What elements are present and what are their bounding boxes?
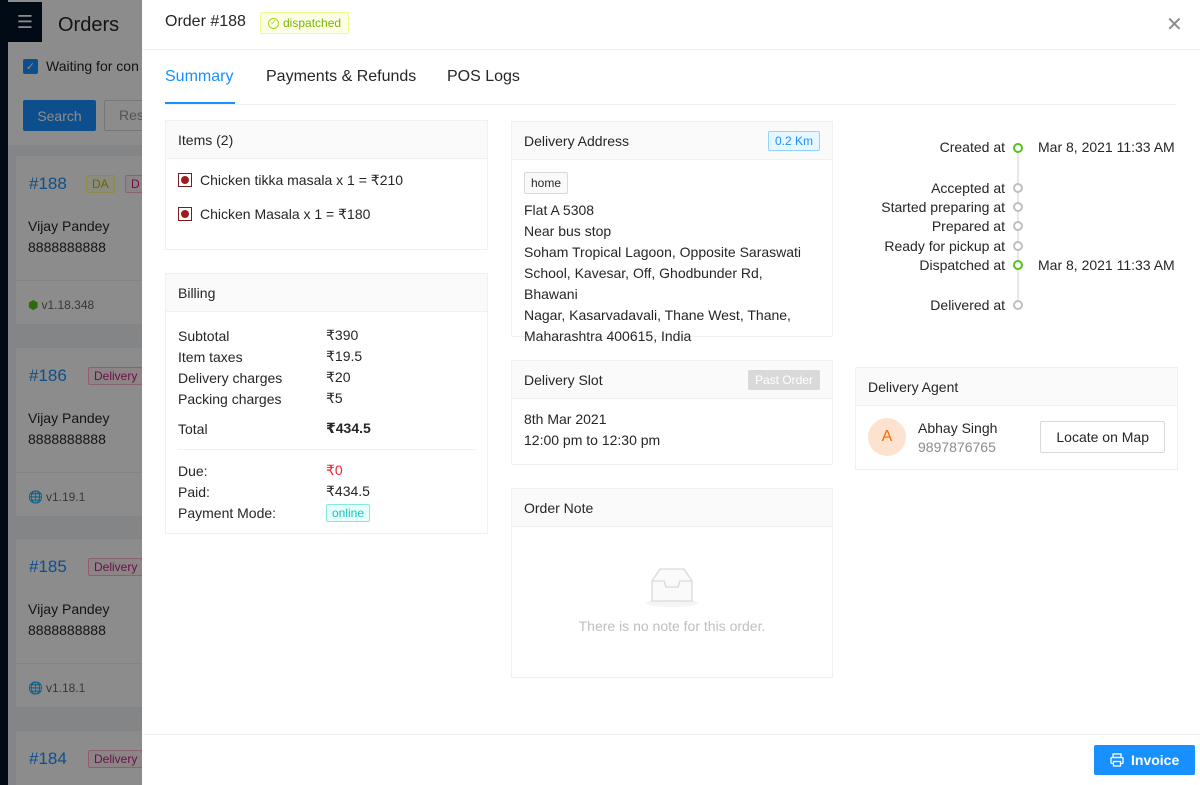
address-line: Maharashtra 400615, India (524, 328, 692, 344)
items-card-title: Items (2) (166, 121, 487, 159)
billing-card: Billing Subtotal ₹390 Item taxes ₹19.5 Del… (165, 273, 488, 534)
timeline-label: Dispatched at (919, 257, 1005, 273)
timeline-label: Created at (939, 139, 1005, 155)
timeline-label: Started preparing at (881, 199, 1005, 215)
empty-note-text: There is no note for this order. (578, 618, 766, 634)
address-card: Delivery Address 0.2 Km home Flat A 5308 … (511, 121, 833, 344)
check-circle-icon: ✓ (268, 17, 279, 29)
tab-payments-refunds[interactable]: Payments & Refunds (266, 68, 416, 86)
address-line: Flat A 5308 (524, 202, 595, 218)
locate-on-map-button[interactable]: Locate on Map (1040, 421, 1165, 453)
address-line: Soham Tropical Lagoon, Opposite Saraswat… (524, 244, 802, 260)
timeline-dot (1013, 183, 1023, 193)
address-type-tag: home (524, 172, 569, 194)
timeline-dot (1013, 221, 1023, 231)
timeline-time: Mar 8, 2021 11:33 AM (1038, 257, 1175, 273)
tab-pos-logs[interactable]: POS Logs (447, 68, 520, 86)
timeline-dot-done (1013, 143, 1023, 153)
timeline-dot (1013, 241, 1023, 251)
slot-card: Delivery Slot Past Order 8th Mar 2021 12:… (511, 360, 833, 465)
drawer-header: Order #188 ✓ dispatched ✕ (142, 0, 1200, 50)
bill-paid: Paid: ₹434.5 (178, 483, 370, 500)
distance-tag: 0.2 Km (767, 130, 820, 151)
tab-summary[interactable]: Summary (165, 68, 233, 86)
timeline-label: Accepted at (931, 180, 1005, 196)
bill-row: Delivery charges ₹20 (178, 369, 351, 386)
timeline-label: Delivered at (930, 297, 1005, 313)
list-item: Chicken Masala x 1 = ₹180 (178, 197, 475, 231)
bill-row: Item taxes ₹19.5 (178, 348, 363, 365)
avatar: A (868, 418, 906, 456)
list-item: Chicken tikka masala x 1 = ₹210 (178, 163, 475, 197)
billing-card-title: Billing (166, 274, 487, 312)
order-drawer: Order #188 ✓ dispatched ✕ Summary Paymen… (142, 0, 1200, 785)
agent-phone: 9897876765 (918, 438, 996, 455)
slot-time: 12:00 pm to 12:30 pm (524, 432, 661, 448)
note-card-title: Order Note (512, 489, 832, 527)
status-badge: ✓ dispatched (260, 12, 350, 34)
timeline-dot (1013, 202, 1023, 212)
non-veg-icon (178, 207, 192, 221)
bill-payment-mode: Payment Mode: online (178, 502, 475, 523)
bill-row: Packing charges ₹5 (178, 390, 343, 407)
bill-total: Total ₹434.5 (178, 420, 371, 437)
timeline-label: Ready for pickup at (884, 238, 1005, 254)
slot-card-title: Delivery Slot Past Order (512, 361, 832, 399)
agent-name: Abhay Singh (918, 419, 998, 436)
address-card-title: Delivery Address 0.2 Km (512, 122, 832, 160)
drawer-title: Order #188 (165, 13, 246, 30)
note-card: Order Note There is no note for this ord… (511, 488, 833, 678)
drawer-footer: Invoice (142, 734, 1200, 785)
bill-row: Subtotal ₹390 (178, 327, 359, 344)
tab-ink-bar (165, 102, 235, 104)
printer-icon (1110, 753, 1124, 767)
slot-date: 8th Mar 2021 (524, 411, 607, 427)
invoice-button[interactable]: Invoice (1094, 745, 1196, 775)
payment-mode-tag: online (326, 503, 371, 522)
inbox-empty-icon (646, 568, 698, 607)
close-icon[interactable]: ✕ (1166, 12, 1183, 37)
order-tabs: Summary Payments & Refunds POS Logs (165, 50, 1177, 105)
timeline-dot-done (1013, 260, 1023, 270)
address-line: Nagar, Kasarvadavali, Thane West, Thane, (524, 307, 791, 323)
past-order-tag: Past Order (747, 369, 820, 390)
non-veg-icon (178, 173, 192, 187)
agent-card-title: Delivery Agent (856, 368, 1177, 406)
bill-due: Due: ₹0 (178, 462, 343, 479)
agent-card: Delivery Agent A Abhay Singh 9897876765 … (855, 367, 1178, 470)
timeline-time: Mar 8, 2021 11:33 AM (1038, 139, 1175, 155)
timeline-label: Prepared at (931, 218, 1005, 234)
items-card: Items (2) Chicken tikka masala x 1 = ₹21… (165, 120, 488, 250)
timeline-dot (1013, 300, 1023, 310)
address-line: Near bus stop (524, 223, 612, 239)
address-line: School, Kavesar, Off, Ghodbunder Rd, Bha… (524, 265, 763, 302)
